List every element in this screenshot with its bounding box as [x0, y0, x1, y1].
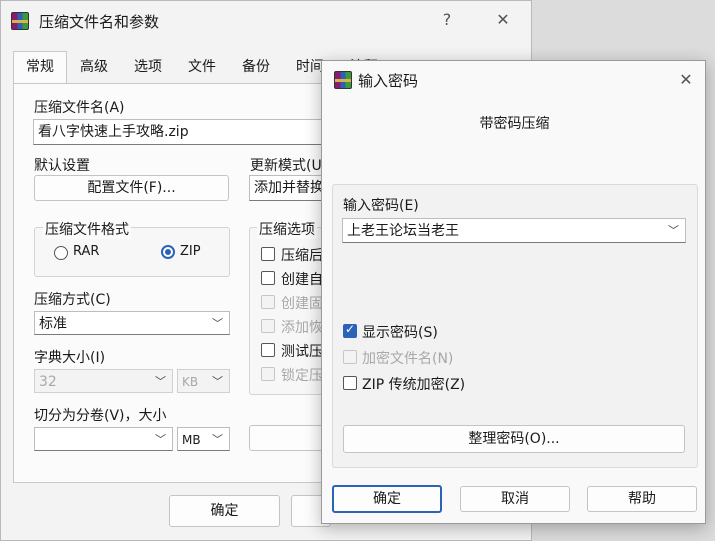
split-volumes-label: 切分为分卷(V)，大小 [34, 408, 167, 424]
rar-label: RAR [73, 244, 100, 259]
archiving-options-label: 压缩选项 [257, 219, 317, 239]
winrar-app-icon [11, 12, 29, 30]
default-settings-label: 默认设置 [34, 158, 90, 174]
zip-label: ZIP [180, 244, 201, 259]
main-window-title: 压缩文件名和参数 [39, 13, 160, 31]
show-password-checkbox[interactable]: ✓ [343, 322, 357, 338]
chevron-down-icon: ﹀ [212, 433, 223, 446]
organize-passwords-button[interactable]: 整理密码(O)... [343, 425, 685, 453]
zip-legacy-encryption-checkbox[interactable] [343, 376, 357, 390]
rar-radio[interactable] [54, 246, 68, 260]
compression-method-select[interactable]: 标准 ﹀ [34, 311, 230, 335]
chevron-down-icon: ﹀ [155, 375, 166, 388]
tab-backup[interactable]: 备份 [229, 52, 283, 82]
archive-name-label: 压缩文件名(A) [34, 100, 125, 116]
create-solid-checkbox [261, 295, 275, 309]
dictionary-unit-select: KB ﹀ [177, 369, 230, 393]
archive-format-label: 压缩文件格式 [43, 219, 131, 239]
archive-name-input[interactable]: 看八字快速上手攻略.zip [33, 119, 333, 145]
split-unit-value: MB [182, 433, 201, 447]
update-mode-label: 更新模式(U) [250, 158, 328, 174]
add-recovery-checkbox [261, 319, 275, 333]
show-password-label: 显示密码(S) [362, 325, 438, 341]
option-label: 添加恢 [281, 320, 323, 336]
split-size-input[interactable]: ﹀ [34, 427, 173, 451]
encrypt-filenames-checkbox [343, 350, 357, 364]
test-archive-checkbox[interactable] [261, 343, 275, 357]
password-value: 上老王论坛当老王 [347, 223, 459, 239]
password-help-button[interactable]: 帮助 [587, 486, 697, 512]
tab-options[interactable]: 选项 [121, 52, 175, 82]
lock-archive-checkbox [261, 367, 275, 381]
option-label: 创建固 [281, 296, 323, 312]
password-label: 输入密码(E) [343, 198, 419, 214]
password-dialog: 输入密码 ✕ 带密码压缩 输入密码(E) 上老王论坛当老王 ﹀ ✓ 显示密码(S… [321, 60, 706, 524]
password-dialog-subtitle: 带密码压缩 [479, 116, 550, 132]
tab-general[interactable]: 常规 [13, 51, 67, 84]
delete-after-checkbox[interactable] [261, 247, 275, 261]
password-dialog-title: 输入密码 [358, 72, 419, 90]
option-label: 压缩后 [281, 248, 323, 264]
chevron-down-icon: ﹀ [212, 375, 223, 388]
zip-legacy-encryption-label: ZIP 传统加密(Z) [362, 377, 466, 393]
compression-method-label: 压缩方式(C) [34, 292, 111, 308]
close-icon[interactable]: ✕ [491, 10, 515, 29]
chevron-down-icon: ﹀ [155, 433, 166, 446]
dictionary-size-label: 字典大小(I) [34, 350, 106, 366]
password-input[interactable]: 上老王论坛当老王 ﹀ [342, 218, 686, 243]
dictionary-unit-value: KB [182, 375, 199, 389]
main-ok-button[interactable]: 确定 [169, 495, 280, 527]
dictionary-size-select: 32 ﹀ [34, 369, 173, 393]
password-cancel-button[interactable]: 取消 [460, 486, 570, 512]
help-icon[interactable]: ? [437, 10, 457, 29]
create-sfx-checkbox[interactable] [261, 271, 275, 285]
check-icon: ✓ [345, 322, 356, 336]
split-unit-select[interactable]: MB ﹀ [177, 427, 230, 451]
chevron-down-icon: ﹀ [212, 317, 223, 330]
password-ok-button[interactable]: 确定 [332, 485, 442, 513]
set-password-button[interactable] [249, 425, 329, 451]
winrar-app-icon [334, 71, 352, 89]
close-icon[interactable]: ✕ [674, 70, 698, 89]
tab-advanced[interactable]: 高级 [67, 52, 121, 82]
update-mode-select[interactable]: 添加并替换 [249, 175, 329, 201]
option-label: 锁定压 [281, 368, 323, 384]
zip-radio[interactable] [161, 245, 175, 259]
dictionary-size-value: 32 [39, 374, 57, 390]
profiles-button[interactable]: 配置文件(F)... [34, 175, 229, 201]
tab-files[interactable]: 文件 [175, 52, 229, 82]
option-label: 创建自 [281, 272, 323, 288]
option-label: 测试压 [281, 344, 323, 360]
compression-method-value: 标准 [39, 316, 67, 332]
chevron-down-icon: ﹀ [668, 224, 679, 237]
encrypt-filenames-label: 加密文件名(N) [362, 351, 454, 367]
